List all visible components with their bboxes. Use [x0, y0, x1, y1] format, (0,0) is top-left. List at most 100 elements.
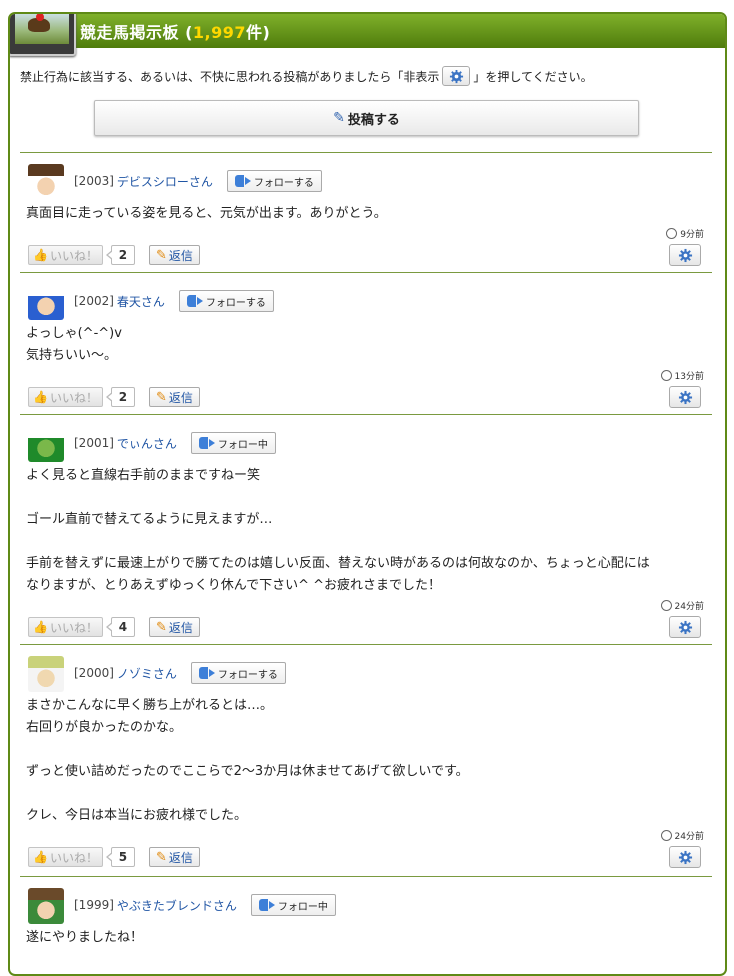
like-count: 2	[105, 245, 135, 265]
author-link[interactable]: 春天さん	[117, 293, 165, 310]
like-label: いいね！	[49, 248, 98, 263]
follow-label: フォローする	[253, 177, 314, 189]
avatar[interactable]	[28, 426, 64, 462]
reply-button[interactable]: ✎ 返信	[148, 847, 200, 867]
post-header: [2000] ノゾミさん フォローする	[74, 662, 286, 684]
clock-icon	[660, 830, 672, 841]
avatar[interactable]	[28, 164, 64, 200]
reply-label: 返信	[168, 248, 193, 263]
post-header: [2002] 春天さん フォローする	[74, 290, 274, 312]
post-count: (1,997件)	[185, 23, 271, 42]
post-number: [1999]	[74, 898, 114, 912]
author-link[interactable]: でぃんさん	[117, 435, 177, 452]
follow-button[interactable]: フォロー中	[250, 894, 336, 916]
follow-label: フォローする	[217, 669, 278, 681]
page-title: 競走馬掲示板 (1,997件)	[80, 19, 270, 43]
post-number: [2003]	[74, 174, 114, 188]
post-header: [1999] やぶきたブレンドさん フォロー中	[74, 894, 336, 916]
hide-gear-icon	[442, 66, 471, 86]
avatar[interactable]	[28, 888, 64, 924]
follow-label: フォローする	[205, 297, 266, 309]
racehorse-logo-icon	[10, 14, 76, 56]
like-count: 5	[105, 847, 135, 867]
report-gear-button[interactable]	[669, 244, 701, 266]
post-divider	[20, 414, 712, 415]
post-number: [2002]	[74, 294, 114, 308]
pencil-icon: ✎	[155, 619, 167, 635]
post-divider	[20, 272, 712, 273]
post-line: 手前を替えずに最速上がりで勝てたのは嬉しい反面、替えない時があるのは何故なのか、…	[26, 556, 650, 571]
notice-text: 禁止行為に該当する、あるいは、不快に思われる投稿がありましたら「非表示 」を押し…	[20, 66, 725, 86]
like-label: いいね！	[49, 390, 98, 405]
follow-icon	[234, 175, 251, 187]
post-line: 右回りが良かったのかな。	[26, 720, 183, 735]
post-header: [2003] デビスシローさん フォローする	[74, 170, 322, 192]
post-line: よく見ると直線右手前のままですねー笑	[26, 468, 261, 483]
like-label: いいね！	[49, 620, 98, 635]
author-link[interactable]: やぶきたブレンドさん	[117, 897, 237, 914]
follow-button[interactable]: フォローする	[226, 170, 322, 192]
follow-button[interactable]: フォローする	[190, 662, 286, 684]
follow-label: フォロー中	[277, 901, 328, 913]
follow-icon	[258, 899, 275, 911]
gear-icon	[678, 620, 692, 634]
post-number: [2001]	[74, 436, 114, 450]
like-label: いいね！	[49, 850, 98, 865]
post-body: よく見ると直線右手前のままですねー笑 ゴール直前で替えてるように見えますが… 手前を…	[26, 465, 650, 597]
post-header: [2001] でぃんさん フォロー中	[74, 432, 276, 454]
like-count: 4	[105, 617, 135, 637]
thumbs-up-icon: 👍	[33, 248, 48, 262]
board-panel: 競走馬掲示板 (1,997件) 禁止行為に該当する、あるいは、不快に思われる投稿…	[8, 12, 727, 976]
post-line	[26, 739, 469, 761]
report-gear-button[interactable]	[669, 616, 701, 638]
like-button[interactable]: 👍 いいね！	[28, 387, 103, 407]
report-gear-button[interactable]	[669, 846, 701, 868]
post-actions: 👍 いいね！ 5 ✎ 返信	[28, 846, 712, 868]
clock-icon	[666, 228, 678, 239]
post-number: [2000]	[74, 666, 114, 680]
pencil-icon: ✎	[155, 849, 167, 865]
post-divider	[20, 152, 712, 153]
follow-button[interactable]: フォロー中	[190, 432, 276, 454]
reply-label: 返信	[168, 390, 193, 405]
like-button[interactable]: 👍 いいね！	[28, 245, 103, 265]
like-button[interactable]: 👍 いいね！	[28, 617, 103, 637]
post-line: 遂にやりましたね！	[26, 930, 144, 945]
reply-button[interactable]: ✎ 返信	[148, 387, 200, 407]
thumbs-up-icon: 👍	[33, 390, 48, 404]
follow-button[interactable]: フォローする	[178, 290, 274, 312]
post-line: ずっと使い詰めだったのでここらで2～3か月は休ませてあげて欲しいです。	[26, 764, 469, 779]
post-actions: 👍 いいね！ 2 ✎ 返信	[28, 244, 712, 266]
post-body: まさかこんなに早く勝ち上がれるとは…。 右回りが良かったのかな。 ずっと使い詰めだっ…	[26, 695, 469, 827]
clock-icon	[660, 600, 672, 611]
post-body: 真面目に走っている姿を見ると、元気が出ます。ありがとう。	[26, 203, 387, 225]
pencil-icon: ✎	[333, 110, 345, 126]
follow-label: フォロー中	[217, 439, 268, 451]
reply-label: 返信	[168, 850, 193, 865]
post-body: 遂にやりましたね！	[26, 927, 143, 949]
like-count: 2	[105, 387, 135, 407]
avatar[interactable]	[28, 284, 64, 320]
pencil-icon: ✎	[155, 247, 167, 263]
like-button[interactable]: 👍 いいね！	[28, 847, 103, 867]
avatar[interactable]	[28, 656, 64, 692]
follow-icon	[186, 295, 203, 307]
author-link[interactable]: ノゾミさん	[117, 665, 177, 682]
reply-label: 返信	[168, 620, 193, 635]
post-actions: 👍 いいね！ 4 ✎ 返信	[28, 616, 712, 638]
report-gear-button[interactable]	[669, 386, 701, 408]
post-line: ゴール直前で替えてるように見えますが…	[26, 512, 273, 527]
post-time: 24分前	[660, 599, 704, 612]
reply-button[interactable]: ✎ 返信	[148, 245, 200, 265]
author-link[interactable]: デビスシローさん	[117, 173, 213, 190]
reply-button[interactable]: ✎ 返信	[148, 617, 200, 637]
post-time: 24分前	[660, 829, 704, 842]
gear-icon	[678, 390, 692, 404]
clock-icon	[660, 370, 672, 381]
post-line: 真面目に走っている姿を見ると、元気が出ます。ありがとう。	[26, 206, 387, 221]
post-line: クレ、今日は本当にお疲れ様でした。	[26, 808, 248, 823]
post-divider	[20, 644, 712, 645]
post-line: なりますが、とりあえずゆっくり休んで下さい^ ^お疲れさまでした！	[26, 578, 442, 593]
post-line: よっしゃ(^-^)v	[26, 326, 122, 341]
new-post-button[interactable]: ✎ 投稿する	[94, 100, 639, 136]
